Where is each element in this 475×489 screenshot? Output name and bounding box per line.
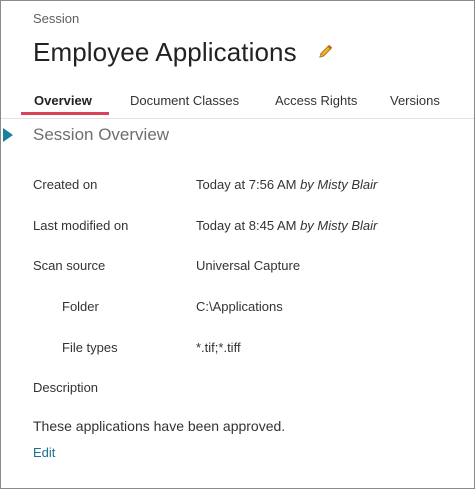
created-on-value: Today at 7:56 AM by Misty Blair — [196, 177, 377, 192]
edit-description-link[interactable]: Edit — [33, 445, 55, 460]
created-on-row: Created on Today at 7:56 AM by Misty Bla… — [1, 177, 474, 197]
created-by: by Misty Blair — [300, 177, 378, 192]
folder-label: Folder — [62, 299, 99, 314]
file-types-label: File types — [62, 340, 118, 355]
tab-label: Document Classes — [130, 93, 240, 108]
folder-row: Folder C:\Applications — [1, 299, 474, 319]
tab-document-classes[interactable]: Document Classes — [117, 89, 245, 115]
last-modified-value: Today at 8:45 AM by Misty Blair — [196, 218, 377, 233]
file-types-value: *.tif;*.tiff — [196, 340, 241, 355]
tab-label: Overview — [34, 93, 92, 108]
last-modified-row: Last modified on Today at 8:45 AM by Mis… — [1, 218, 474, 238]
triangle-right-icon — [3, 128, 13, 142]
folder-value: C:\Applications — [196, 299, 283, 314]
file-types-row: File types *.tif;*.tiff — [1, 340, 474, 360]
tab-divider — [1, 118, 474, 119]
tab-access-rights[interactable]: Access Rights — [262, 89, 368, 115]
tab-label: Access Rights — [275, 93, 358, 108]
session-panel: Session Employee Applications Overview D… — [0, 0, 475, 489]
tab-bar: Overview Document Classes Access Rights … — [21, 89, 474, 115]
created-on-time: Today at 7:56 AM — [196, 177, 297, 192]
description-label: Description — [33, 380, 99, 395]
description-text: These applications have been approved. — [33, 418, 286, 434]
section-title: Session Overview — [33, 125, 170, 144]
title-row: Employee Applications — [33, 34, 333, 70]
page-eyebrow: Session — [33, 11, 80, 26]
active-tab-indicator — [21, 112, 109, 115]
scan-source-label: Scan source — [33, 258, 106, 273]
last-modified-label: Last modified on — [33, 218, 129, 233]
created-on-label: Created on — [33, 177, 98, 192]
tab-overview[interactable]: Overview — [21, 89, 109, 115]
scan-source-row: Scan source Universal Capture — [1, 258, 474, 278]
scan-source-value: Universal Capture — [196, 258, 301, 273]
tab-label: Versions — [390, 93, 440, 108]
pencil-icon[interactable] — [317, 44, 333, 60]
tab-versions[interactable]: Versions — [377, 89, 457, 115]
description-row: Description — [1, 380, 474, 400]
last-modified-time: Today at 8:45 AM — [196, 218, 297, 233]
page-title: Employee Applications — [33, 36, 297, 67]
modified-by: by Misty Blair — [300, 218, 378, 233]
